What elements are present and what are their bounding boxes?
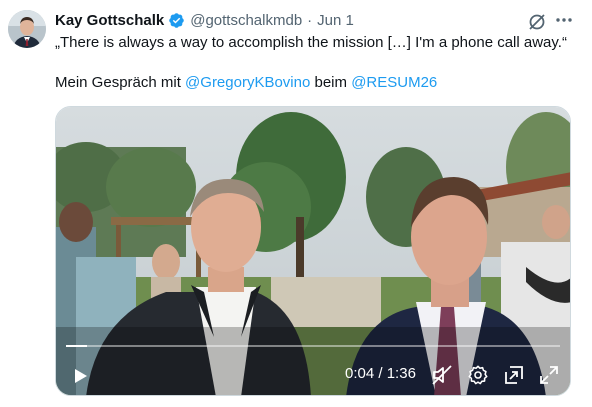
mention-link[interactable]: @RESUM26 [351, 74, 437, 91]
tweet-text-middle: beim [310, 74, 352, 91]
tweet-text-line: Mein Gespräch mit @GregoryKBovino beim @… [55, 73, 437, 93]
author-name[interactable]: Kay Gottschalk [55, 12, 164, 29]
picture-in-picture-icon[interactable] [503, 364, 525, 386]
current-time: 0:04 [345, 365, 375, 382]
video-frame [56, 107, 570, 395]
mute-icon[interactable] [431, 364, 453, 386]
video-progress-bar[interactable] [66, 345, 560, 347]
author-handle[interactable]: @gottschalkmdb [190, 12, 302, 29]
verified-badge-icon [169, 13, 184, 28]
mention-link[interactable]: @GregoryKBovino [185, 74, 310, 91]
avatar[interactable] [8, 10, 46, 48]
avatar-image [8, 10, 46, 48]
duration: 1:36 [386, 365, 416, 382]
post-date[interactable]: Jun 1 [317, 12, 354, 29]
video-player[interactable]: 0:04 / 1:36 [55, 106, 571, 396]
tweet-text-quote: „There is always a way to accomplish the… [55, 34, 567, 51]
video-progress-fill [66, 345, 87, 347]
separator-dot: · [307, 12, 313, 29]
video-time: 0:04 / 1:36 [345, 365, 416, 382]
play-icon[interactable] [69, 365, 91, 387]
more-icon[interactable] [554, 10, 574, 30]
tweet-text-prefix: Mein Gespräch mit [55, 74, 186, 91]
grok-icon[interactable] [527, 12, 547, 32]
tweet-header: Kay Gottschalk @gottschalkmdb · Jun 1 [55, 12, 354, 29]
time-separator: / [374, 365, 387, 382]
fullscreen-icon[interactable] [538, 364, 560, 386]
settings-icon[interactable] [467, 364, 489, 386]
